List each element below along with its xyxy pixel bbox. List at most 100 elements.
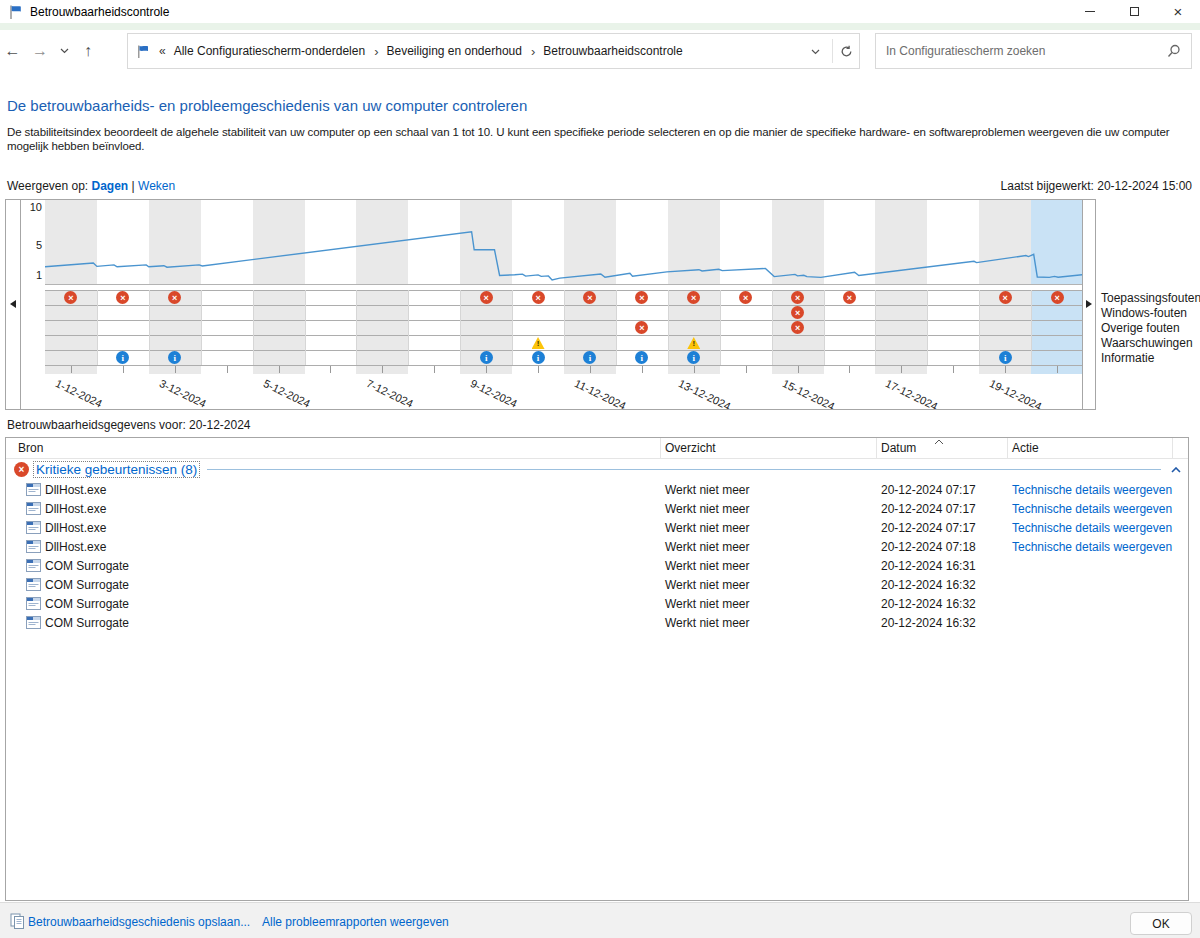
application-icon	[26, 597, 41, 610]
close-icon: ×	[1174, 3, 1183, 20]
table-row[interactable]: COM Surrogate Werkt niet meer20-12-2024 1…	[6, 575, 1188, 594]
event-row-label: Toepassingsfouten	[1101, 291, 1200, 306]
breadcrumb-item[interactable]: Alle Configuratiescherm-onderdelen	[174, 44, 365, 58]
chart-x-tick	[434, 366, 435, 373]
collapse-group-icon[interactable]	[1171, 467, 1181, 473]
event-row-label: Windows-fouten	[1101, 306, 1200, 321]
scroll-right-icon	[1086, 300, 1092, 308]
view-weeks-link[interactable]: Weken	[138, 179, 175, 193]
event-row-label: Waarschuwingen	[1101, 336, 1200, 351]
chart-row-labels: ToepassingsfoutenWindows-foutenOverige f…	[1101, 291, 1200, 366]
view-days-link[interactable]: Dagen	[92, 179, 129, 193]
table-row[interactable]: COM SurrogateWerkt niet meer20-12-2024 1…	[6, 613, 1188, 632]
minimize-button[interactable]	[1068, 0, 1112, 23]
save-history-link[interactable]: Betrouwbaarheidsgeschiedenis opslaan...	[28, 915, 250, 929]
row-overview: Werkt niet meer	[661, 559, 877, 573]
group-row-critical-events[interactable]: × Kritieke gebeurtenissen (8)	[6, 459, 1188, 480]
refresh-button[interactable]	[833, 45, 859, 58]
search-input[interactable]	[886, 44, 1167, 58]
technical-details-link[interactable]: Technische details weergeven	[1012, 540, 1172, 554]
row-date: 20-12-2024 16:32	[877, 578, 1008, 592]
column-header-actie[interactable]: Actie	[1008, 438, 1173, 458]
last-updated: Laatst bijgewerkt: 20-12-2024 15:00	[1001, 179, 1192, 193]
back-button[interactable]: ←	[3, 30, 22, 72]
row-date: 20-12-2024 16:32	[877, 597, 1008, 611]
error-event-icon[interactable]: ×	[1051, 291, 1064, 304]
breadcrumb-item[interactable]: Beveiliging en onderhoud	[386, 44, 521, 58]
technical-details-link[interactable]: Technische details weergeven	[1012, 502, 1172, 516]
row-source: COM Surrogate	[45, 578, 129, 592]
info-event-icon[interactable]: i	[532, 351, 545, 364]
minimize-icon	[1085, 11, 1095, 12]
ok-button[interactable]: OK	[1130, 912, 1192, 935]
breadcrumb-item[interactable]: Betrouwbaarheidscontrole	[543, 44, 682, 58]
technical-details-link[interactable]: Technische details weergeven	[1012, 483, 1172, 497]
group-divider-line	[207, 469, 1161, 470]
stability-chart: 1051 ××××××××××××××××!!iiiiiiii1-12-2024…	[5, 199, 1096, 410]
footer-bar: Betrouwbaarheidsgeschiedenis opslaan... …	[0, 902, 1200, 938]
error-event-icon[interactable]: ×	[843, 291, 856, 304]
error-event-icon[interactable]: ×	[791, 321, 804, 334]
search-icon[interactable]	[1167, 44, 1181, 58]
chart-x-tick	[798, 366, 799, 373]
refresh-icon	[840, 45, 853, 58]
view-all-reports-link[interactable]: Alle probleemrapporten weergeven	[262, 915, 449, 929]
chart-column-separator	[875, 290, 876, 365]
chart-x-tick	[227, 366, 228, 373]
chart-column-separator	[356, 290, 357, 365]
row-date: 20-12-2024 16:31	[877, 559, 1008, 573]
chart-x-tick	[1057, 366, 1058, 373]
row-overview: Werkt niet meer	[661, 483, 877, 497]
chart-column-separator	[824, 290, 825, 365]
table-row[interactable]: DllHost.exeWerkt niet meer20-12-2024 07:…	[6, 480, 1188, 499]
page-title: De betrouwbaarheids- en probleemgeschied…	[7, 97, 527, 114]
row-source: COM Surrogate	[45, 597, 129, 611]
close-button[interactable]: ×	[1156, 0, 1200, 23]
column-header-bron[interactable]: Bron	[6, 438, 661, 458]
up-button[interactable]: ↑	[79, 30, 97, 72]
chart-column-separator	[253, 290, 254, 365]
column-header-overzicht[interactable]: Overzicht	[661, 438, 877, 458]
chart-column-separator	[979, 290, 980, 365]
info-event-icon[interactable]: i	[999, 351, 1012, 364]
address-dropdown-button[interactable]	[811, 44, 820, 58]
error-event-icon[interactable]: ×	[791, 291, 804, 304]
chart-x-tick	[330, 366, 331, 373]
title-bar: Betrouwbaarheidscontrole ×	[0, 0, 1200, 23]
chart-x-label: 1-12-2024	[54, 377, 104, 409]
technical-details-link[interactable]: Technische details weergeven	[1012, 521, 1172, 535]
application-icon	[26, 578, 41, 591]
chart-x-tick	[590, 366, 591, 373]
chart-x-tick	[849, 366, 850, 373]
row-source: DllHost.exe	[45, 521, 106, 535]
table-row[interactable]: DllHost.exeWerkt niet meer20-12-2024 07:…	[6, 499, 1188, 518]
chevron-down-icon	[811, 49, 820, 55]
error-event-icon[interactable]: ×	[480, 291, 493, 304]
breadcrumb-overflow[interactable]: «	[159, 44, 166, 58]
chart-scroll-left[interactable]	[6, 200, 21, 409]
table-row[interactable]: COM SurrogateWerkt niet meer20-12-2024 1…	[6, 556, 1188, 575]
address-bar[interactable]: « Alle Configuratiescherm-onderdelen›Bev…	[127, 33, 860, 69]
row-date: 20-12-2024 07:17	[877, 483, 1008, 497]
group-label[interactable]: Kritieke gebeurtenissen (8)	[34, 462, 199, 477]
row-overview: Werkt niet meer	[661, 578, 877, 592]
table-row[interactable]: COM SurrogateWerkt niet meer20-12-2024 1…	[6, 594, 1188, 613]
error-event-icon[interactable]: ×	[791, 306, 804, 319]
maximize-icon	[1130, 7, 1139, 16]
table-row[interactable]: DllHost.exeWerkt niet meer20-12-2024 07:…	[6, 537, 1188, 556]
table-row[interactable]: DllHost.exeWerkt niet meer20-12-2024 07:…	[6, 518, 1188, 537]
row-source: COM Surrogate	[45, 616, 129, 630]
chart-column-separator	[460, 290, 461, 365]
info-event-icon[interactable]: i	[480, 351, 493, 364]
maximize-button[interactable]	[1112, 0, 1156, 23]
row-overview: Werkt niet meer	[661, 616, 877, 630]
critical-error-icon: ×	[14, 462, 29, 477]
chart-plot-area[interactable]: ××××××××××××××××!!iiiiiiii1-12-20243-12-…	[45, 200, 1083, 409]
chart-scroll-right[interactable]	[1083, 200, 1095, 409]
sort-ascending-icon	[934, 439, 944, 445]
error-event-icon[interactable]: ×	[999, 291, 1012, 304]
recent-pages-dropdown[interactable]	[57, 30, 71, 72]
forward-button[interactable]: →	[31, 30, 49, 72]
error-event-icon[interactable]: ×	[532, 291, 545, 304]
view-toggle: Weergeven op: Dagen | Weken	[7, 179, 175, 193]
